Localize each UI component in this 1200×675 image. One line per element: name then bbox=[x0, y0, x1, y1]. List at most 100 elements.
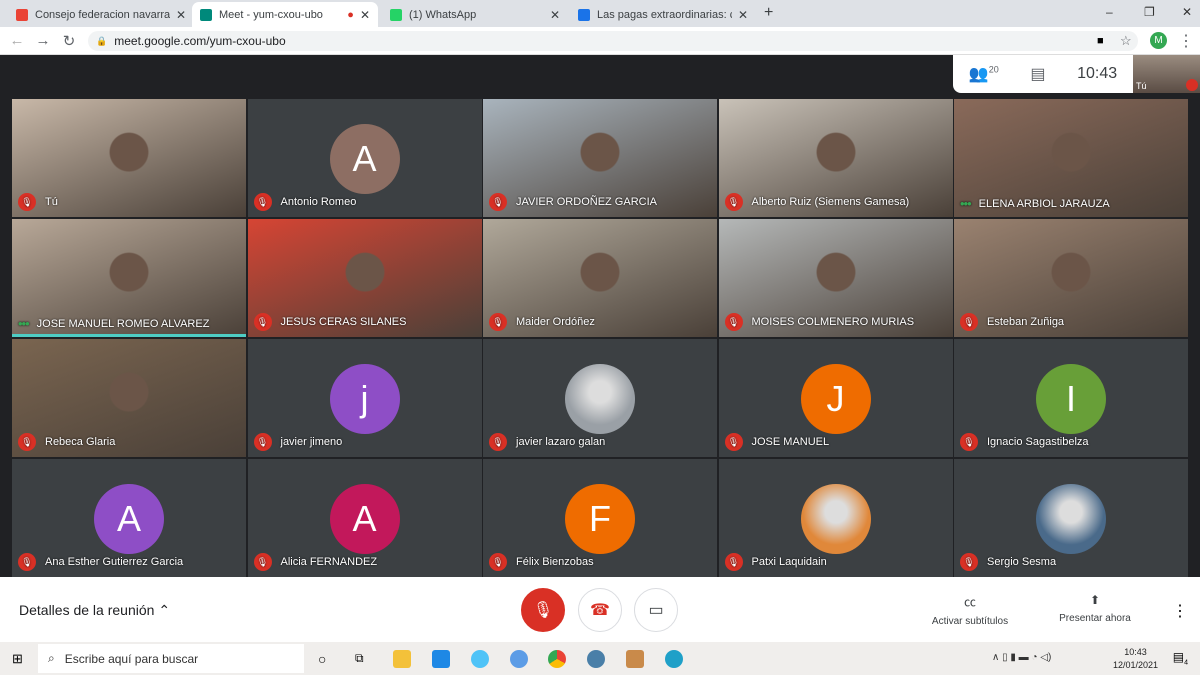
participant-tile[interactable]: j 🎙 javier jimeno bbox=[247, 339, 482, 457]
mic-off-icon: 🎙 bbox=[489, 193, 507, 211]
url-field[interactable]: 🔒 meet.google.com/yum-cxou-ubo bbox=[88, 31, 1138, 51]
people-button[interactable]: 👥20 bbox=[969, 64, 999, 84]
speaking-indicator-icon: ••• bbox=[960, 196, 972, 211]
leave-call-button[interactable]: ☎ bbox=[578, 588, 622, 632]
meeting-controls-bar: Detalles de la reunión ⌃ 🎙 ☎ ▭ ㏄ Activar … bbox=[0, 577, 1200, 642]
search-icon: ⌕ bbox=[48, 651, 55, 665]
mic-off-icon bbox=[1186, 79, 1198, 91]
participant-name: Sergio Sesma bbox=[987, 556, 1057, 568]
participant-tile[interactable]: 🎙 JAVIER ORDOÑEZ GARCIA bbox=[483, 99, 717, 217]
camera-icon[interactable]: ■ bbox=[1097, 35, 1104, 47]
close-tab-icon[interactable]: ✕ bbox=[738, 8, 748, 22]
back-icon[interactable]: ← bbox=[4, 32, 30, 49]
app-globe-icon[interactable] bbox=[587, 650, 605, 668]
mic-off-icon: 🎙 bbox=[724, 433, 743, 451]
participant-tile[interactable]: 🎙 Alberto Ruiz (Siemens Gamesa) bbox=[718, 99, 953, 217]
participant-tile[interactable]: 🎙 Sergio Sesma bbox=[954, 459, 1188, 577]
participant-tile[interactable]: 🎙 Rebeca Glaria bbox=[12, 339, 246, 457]
forward-icon[interactable]: → bbox=[30, 32, 56, 49]
mic-off-icon: 🎙 bbox=[960, 433, 978, 451]
browser-tab[interactable]: Las pagas extraordinarias: como✕ bbox=[570, 2, 756, 27]
mic-off-icon: 🎙 bbox=[18, 553, 36, 571]
participant-tile[interactable]: 🎙 Patxi Laquidain bbox=[718, 459, 953, 577]
participant-tile[interactable]: 🎙 Esteban Zuñiga bbox=[954, 219, 1188, 337]
present-icon: ⬆ bbox=[1089, 593, 1101, 607]
maximize-button[interactable]: ❐ bbox=[1144, 5, 1155, 19]
participant-avatar: A bbox=[94, 484, 164, 554]
file-explorer-icon[interactable] bbox=[393, 650, 411, 668]
cortana-icon[interactable]: ○ bbox=[318, 651, 326, 667]
close-tab-icon[interactable]: ✕ bbox=[550, 8, 560, 22]
system-tray-icons[interactable]: ∧ ▯ ▮ ▬ ◔ ◁) bbox=[992, 652, 1051, 663]
browser-tab[interactable]: Meet - yum-cxou-ubo ● ✕ bbox=[192, 2, 378, 27]
star-icon[interactable]: ☆ bbox=[1120, 33, 1132, 49]
participant-name: javier lazaro galan bbox=[516, 436, 606, 448]
gmail-icon bbox=[16, 8, 28, 21]
windows-start-icon[interactable]: ⊞ bbox=[12, 651, 23, 667]
reload-icon[interactable]: ↻ bbox=[56, 32, 82, 50]
mic-off-icon: 🎙 bbox=[960, 313, 978, 331]
app-vlc-icon[interactable] bbox=[626, 650, 644, 668]
participant-tile[interactable]: 🎙 Maider Ordóñez bbox=[483, 219, 717, 337]
browser-tab[interactable]: (1) WhatsApp ✕ bbox=[382, 2, 568, 27]
mic-off-icon: 🎙 bbox=[724, 193, 743, 211]
participant-tile[interactable]: A 🎙 Alicia FERNANDEZ bbox=[247, 459, 482, 577]
windows-taskbar: ⊞ ⌕ Escribe aquí para buscar ○ ⧉ ∧ ▯ ▮ ▬ … bbox=[0, 642, 1200, 675]
chat-icon[interactable]: ▤ bbox=[1030, 64, 1045, 84]
mic-off-icon: 🎙 bbox=[489, 553, 507, 571]
present-button[interactable]: ⬆ Presentar ahora bbox=[1050, 593, 1140, 624]
participant-name: JAVIER ORDOÑEZ GARCIA bbox=[516, 196, 657, 208]
taskbar-search[interactable]: ⌕ Escribe aquí para buscar bbox=[38, 644, 304, 673]
mic-off-icon: 🎙 bbox=[489, 433, 507, 451]
participant-tile[interactable]: J 🎙 JOSE MANUEL bbox=[718, 339, 953, 457]
close-window-button[interactable]: ✕ bbox=[1182, 5, 1192, 19]
app-l-icon[interactable] bbox=[432, 650, 450, 668]
menu-icon[interactable]: ⋮ bbox=[1178, 31, 1194, 51]
cc-icon: ㏄ bbox=[963, 595, 976, 609]
participant-name: Tú bbox=[45, 196, 58, 208]
meeting-details-button[interactable]: Detalles de la reunión ⌃ bbox=[19, 602, 170, 619]
participant-name: Ignacio Sagastibelza bbox=[987, 436, 1089, 448]
participant-tile[interactable]: 🎙 javier lazaro galan bbox=[483, 339, 717, 457]
participant-tile[interactable]: F 🎙 Félix Bienzobas bbox=[483, 459, 717, 577]
participant-photo bbox=[800, 484, 871, 554]
mic-off-icon: 🎙 bbox=[960, 553, 978, 571]
mic-off-icon: 🎙 bbox=[724, 553, 743, 571]
close-tab-icon[interactable]: ✕ bbox=[176, 8, 186, 22]
participant-name: JOSE MANUEL ROMEO ALVAREZ bbox=[36, 317, 210, 330]
captions-button[interactable]: ㏄ Activar subtítulos bbox=[925, 593, 1015, 627]
address-bar-row: ← → ↻ 🔒 meet.google.com/yum-cxou-ubo ■ ☆ … bbox=[0, 27, 1200, 55]
minimize-button[interactable]: – bbox=[1106, 5, 1113, 19]
participant-tile[interactable]: ••• JOSE MANUEL ROMEO ALVAREZ bbox=[12, 219, 246, 337]
participant-tile[interactable]: I 🎙 Ignacio Sagastibelza bbox=[954, 339, 1188, 457]
app-qb-icon[interactable] bbox=[510, 650, 528, 668]
browser-tab[interactable]: Consejo federacion navarra - ma✕ bbox=[8, 2, 194, 27]
participant-tile[interactable]: A 🎙 Ana Esther Gutierrez Garcia bbox=[12, 459, 246, 577]
meeting-info-panel: 👥20 ▤ 10:43 bbox=[953, 55, 1133, 93]
more-options-icon[interactable]: ⋮ bbox=[1172, 601, 1188, 621]
participant-tile[interactable]: 🎙 MOISES COLMENERO MURIAS bbox=[718, 219, 953, 337]
participant-name: Antonio Romeo bbox=[280, 196, 357, 208]
participant-tile[interactable]: 🎙 JESUS CERAS SILANES bbox=[247, 219, 482, 337]
participant-avatar: J bbox=[800, 364, 871, 434]
participant-tile[interactable]: A 🎙 Antonio Romeo bbox=[247, 99, 482, 217]
mic-off-icon: 🎙 bbox=[253, 433, 272, 451]
chrome-icon[interactable] bbox=[548, 650, 566, 668]
participant-tile[interactable]: 🎙 Tú bbox=[12, 99, 246, 217]
new-tab-button[interactable]: + bbox=[764, 4, 773, 22]
doc-icon bbox=[578, 8, 590, 21]
speaking-indicator-icon: ••• bbox=[18, 316, 30, 331]
taskbar-clock[interactable]: 10:43 12/01/2021 bbox=[1113, 646, 1158, 672]
notifications-icon[interactable]: ▤4 bbox=[1173, 650, 1188, 666]
internet-explorer-icon[interactable] bbox=[471, 650, 489, 668]
close-tab-icon[interactable]: ✕ bbox=[360, 8, 370, 22]
camera-toggle-button[interactable]: ▭ bbox=[634, 588, 678, 632]
participant-avatar: F bbox=[565, 484, 635, 554]
profile-avatar[interactable]: M bbox=[1150, 32, 1167, 49]
participant-tile[interactable]: ••• ELENA ARBIOL JARAUZA bbox=[954, 99, 1188, 217]
edge-icon[interactable] bbox=[665, 650, 683, 668]
task-view-icon[interactable]: ⧉ bbox=[355, 651, 364, 666]
participant-name: javier jimeno bbox=[280, 436, 343, 448]
mic-toggle-button[interactable]: 🎙 bbox=[521, 588, 565, 632]
participant-photo bbox=[565, 364, 635, 434]
